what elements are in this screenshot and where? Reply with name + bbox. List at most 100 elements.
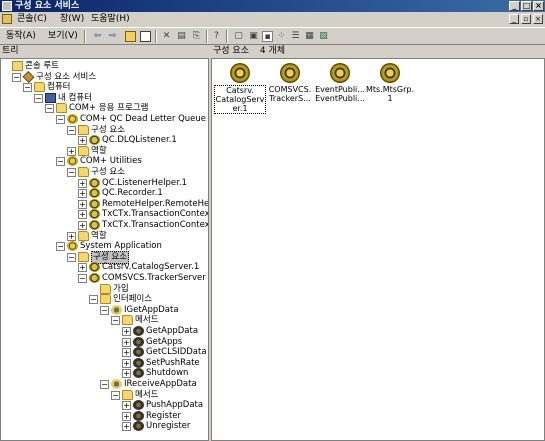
- mdi-restore-button[interactable]: ▫: [521, 14, 531, 24]
- collapse-icon[interactable]: −: [56, 157, 65, 167]
- menu-help[interactable]: 도움말(H): [88, 13, 133, 26]
- expand-icon[interactable]: +: [78, 136, 87, 146]
- tree-node[interactable]: + PushAppData: [1, 400, 208, 411]
- tree-node[interactable]: + GetApps: [1, 336, 208, 348]
- tree-node[interactable]: − COM+ 응용 프로그램: [1, 103, 208, 114]
- collapse-icon[interactable]: −: [100, 305, 109, 315]
- tree-node[interactable]: + SetPushRate: [1, 357, 208, 369]
- tree-node[interactable]: + TxCTx.TransactionContextEx: [1, 220, 208, 231]
- collapse-icon[interactable]: −: [67, 125, 76, 135]
- show-tree-icon[interactable]: [140, 31, 151, 42]
- tree-node[interactable]: − COM+ QC Dead Letter Queue Listene: [1, 114, 208, 125]
- menu-window[interactable]: 창(W): [57, 13, 87, 26]
- collapse-icon[interactable]: −: [111, 390, 120, 400]
- refresh-icon[interactable]: ⎘: [191, 31, 202, 42]
- collapse-icon[interactable]: −: [100, 380, 109, 389]
- collapse-icon[interactable]: −: [67, 168, 76, 177]
- expand-icon[interactable]: +: [122, 401, 131, 411]
- tree-node[interactable]: + RemoteHelper.RemoteHelper: [1, 198, 208, 210]
- action-menu[interactable]: 동작(A): [6, 31, 36, 42]
- collapse-icon[interactable]: −: [67, 252, 76, 262]
- tree-node[interactable]: − 구성 요소 서비스: [1, 70, 208, 83]
- tree-node[interactable]: − COM+ Utilities: [1, 156, 208, 167]
- mdi-close-button[interactable]: ×: [533, 14, 543, 24]
- component-item[interactable]: EventPubli... EventPubli...: [314, 63, 365, 123]
- tree-node[interactable]: − 메서드: [1, 315, 208, 326]
- tree-node[interactable]: − 구성 요소: [1, 250, 208, 264]
- expand-icon[interactable]: +: [78, 210, 87, 220]
- tree-node[interactable]: − COMSVCS.TrackerServer: [1, 273, 208, 284]
- tree-node[interactable]: − 인터페이스: [1, 294, 208, 305]
- minimize-button[interactable]: _: [509, 1, 520, 11]
- component-item[interactable]: Catsrv. CatalogServ er.1: [214, 63, 266, 123]
- collapse-icon[interactable]: −: [111, 316, 120, 326]
- forward-arrow-icon[interactable]: ⇨: [107, 31, 118, 42]
- back-arrow-icon[interactable]: ⇦: [92, 31, 103, 42]
- expand-icon[interactable]: +: [78, 263, 87, 273]
- export-list-icon[interactable]: ▣: [248, 31, 259, 42]
- detail-view-icon[interactable]: ▦: [304, 31, 315, 42]
- component-item[interactable]: Mts.MtsGrp. 1: [364, 63, 414, 123]
- collapse-icon[interactable]: −: [56, 242, 65, 252]
- small-icons-view-icon[interactable]: ⁘: [276, 31, 287, 42]
- tree-node[interactable]: + QC.Recorder.1: [1, 188, 208, 199]
- tree-node[interactable]: + Shutdown: [1, 368, 208, 379]
- component-icon: [89, 177, 100, 188]
- expand-icon[interactable]: +: [67, 231, 76, 241]
- menu-console[interactable]: 콘솔(C): [14, 13, 50, 26]
- list-view-icon[interactable]: ☰: [290, 31, 301, 42]
- expand-icon[interactable]: +: [78, 221, 87, 230]
- collapse-icon[interactable]: −: [12, 72, 21, 82]
- tree-node[interactable]: − 컴퓨터: [1, 82, 208, 93]
- collapse-icon[interactable]: −: [89, 295, 98, 305]
- expand-icon[interactable]: +: [122, 358, 131, 368]
- collapse-icon[interactable]: −: [34, 93, 43, 103]
- up-folder-icon[interactable]: [125, 31, 136, 42]
- collapse-icon[interactable]: −: [78, 274, 87, 283]
- expand-icon[interactable]: +: [122, 422, 131, 432]
- tree-tab[interactable]: 트리: [0, 45, 209, 58]
- tree-node[interactable]: − 메서드: [1, 389, 208, 401]
- tree-node[interactable]: + 역할: [1, 145, 208, 157]
- tree-node[interactable]: + QC.ListenerHelper.1: [1, 177, 208, 189]
- expand-icon[interactable]: +: [67, 146, 76, 156]
- tree-node[interactable]: + Unregister: [1, 421, 208, 432]
- tree-node[interactable]: + TxCTx.TransactionContext: [1, 209, 208, 220]
- tree-node[interactable]: − IGetAppData: [1, 304, 208, 316]
- status-view-icon[interactable]: ▧: [318, 31, 329, 42]
- expand-icon[interactable]: +: [122, 337, 131, 347]
- maximize-button[interactable]: □: [521, 1, 532, 11]
- view-menu[interactable]: 보기(V): [48, 31, 78, 42]
- expand-icon[interactable]: +: [78, 178, 87, 188]
- close-button[interactable]: ×: [533, 1, 544, 11]
- collapse-icon[interactable]: −: [56, 115, 65, 124]
- new-window-icon[interactable]: ▢: [233, 31, 244, 42]
- help-icon[interactable]: ?: [211, 31, 222, 42]
- tree-node[interactable]: + 역할: [1, 230, 208, 242]
- tree-node[interactable]: + GetAppData: [1, 326, 208, 337]
- tree-node[interactable]: 콘솔 루트: [1, 61, 208, 72]
- component-icon: [89, 198, 100, 209]
- console-tree[interactable]: 콘솔 루트 − 구성 요소 서비스 − 컴퓨터 − 내 컴퓨터 − COM+ 응용 프로그램 − C…: [0, 58, 209, 441]
- mdi-minimize-button[interactable]: _: [509, 14, 519, 24]
- properties-icon[interactable]: ▤: [176, 31, 187, 42]
- tree-node[interactable]: + Register: [1, 410, 208, 422]
- tree-node[interactable]: + QC.DLQListener.1: [1, 135, 208, 146]
- tree-node[interactable]: − 구성 요소: [1, 124, 208, 136]
- expand-icon[interactable]: +: [122, 348, 131, 358]
- large-icons-view-icon[interactable]: ▪: [262, 31, 273, 42]
- delete-icon[interactable]: ✕: [161, 31, 172, 42]
- collapse-icon[interactable]: −: [23, 83, 32, 93]
- expand-icon[interactable]: +: [122, 327, 131, 336]
- expand-icon[interactable]: +: [78, 189, 87, 199]
- tree-node[interactable]: + GetCLSIDData: [1, 347, 208, 358]
- tree-node[interactable]: + Catsrv.CatalogServer.1: [1, 262, 208, 273]
- tree-node[interactable]: 가입: [1, 283, 208, 295]
- expand-icon[interactable]: +: [122, 369, 131, 379]
- collapse-icon[interactable]: −: [45, 104, 54, 114]
- component-item[interactable]: COMSVCS. TrackerS...: [264, 63, 314, 123]
- expand-icon[interactable]: +: [78, 199, 87, 209]
- expand-icon[interactable]: +: [122, 411, 131, 421]
- tree-node[interactable]: − IReceiveAppData: [1, 379, 208, 390]
- tree-node[interactable]: − 구성 요소: [1, 167, 208, 178]
